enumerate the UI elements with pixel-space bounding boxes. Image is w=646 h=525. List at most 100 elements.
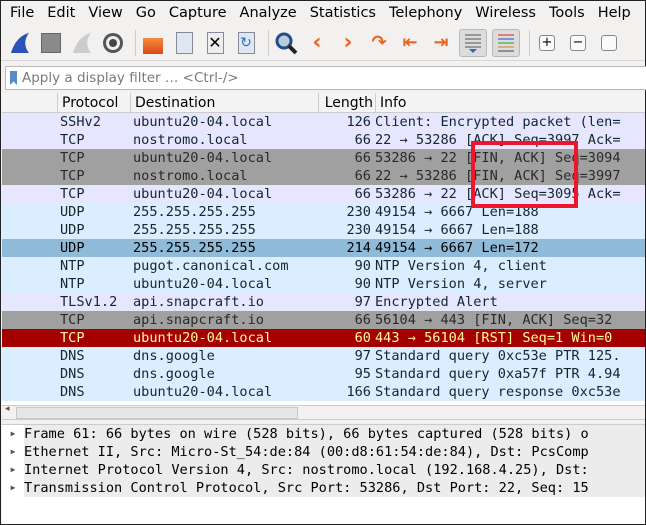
column-header-no[interactable]: [2, 93, 58, 112]
menu-analyze[interactable]: Analyze: [240, 5, 297, 21]
go-first-icon[interactable]: ⇤: [397, 29, 423, 57]
column-header-length[interactable]: Length: [319, 93, 376, 112]
cell-length: 66: [354, 132, 371, 148]
close-file-icon[interactable]: ✕: [202, 29, 228, 57]
cell-length: 66: [354, 186, 371, 202]
cell-destination: ubuntu20-04.local: [133, 150, 273, 166]
cell-no: [2, 257, 58, 275]
cell-info: 49154 → 6667 Len=172: [375, 240, 539, 256]
cell-protocol: TCP: [60, 132, 85, 148]
detail-text: Internet Protocol Version 4, Src: nostro…: [24, 462, 589, 478]
cell-no: [2, 113, 58, 131]
cell-destination: 255.255.255.255: [133, 204, 256, 220]
menu-telephony[interactable]: Telephony: [389, 5, 462, 21]
go-last-icon[interactable]: ⇥: [428, 29, 454, 57]
horizontal-scrollbar[interactable]: ◂: [2, 404, 645, 420]
cell-no: [2, 239, 58, 257]
cell-no: [2, 293, 58, 311]
packet-row[interactable]: TCP api.snapcraft.io 66 56104 → 443 [FIN, A…: [2, 311, 645, 329]
cell-protocol: TCP: [60, 150, 85, 166]
cell-info: Encrypted Alert: [375, 294, 498, 310]
packet-row[interactable]: SSHv2 ubuntu20-04.local 126 Client: Encrypt…: [2, 113, 645, 131]
scrollbar-thumb[interactable]: [16, 407, 298, 419]
bookmark-icon[interactable]: [10, 71, 17, 85]
menu-bar: File Edit View Go Capture Analyze Statis…: [1, 1, 645, 25]
packet-row[interactable]: TLSv1.2 api.snapcraft.io 97 Encrypted Alert: [2, 293, 645, 311]
reload-file-icon[interactable]: ↻: [233, 29, 259, 57]
packet-row[interactable]: DNS ubuntu20-04.local 166 Standard query re…: [2, 383, 645, 401]
colorize-icon[interactable]: [492, 28, 520, 57]
column-header-info[interactable]: Info: [376, 93, 645, 112]
menu-file[interactable]: File: [10, 5, 34, 21]
cell-destination: ubuntu20-04.local: [133, 186, 273, 202]
menu-help[interactable]: Help: [598, 5, 631, 21]
cell-protocol: DNS: [60, 384, 85, 400]
restart-icon[interactable]: [69, 29, 95, 57]
auto-scroll-icon[interactable]: [459, 28, 487, 57]
cell-length: 90: [354, 258, 371, 274]
menu-wireless[interactable]: Wireless: [475, 5, 536, 21]
cell-no: [2, 149, 58, 167]
menu-view[interactable]: View: [88, 5, 122, 21]
folder-open-icon[interactable]: [140, 29, 166, 57]
cell-info: Standard query response 0xc53e: [375, 384, 621, 400]
shark-fin-icon[interactable]: [7, 29, 33, 57]
cell-destination: ubuntu20-04.local: [133, 276, 273, 292]
zoom-in-icon[interactable]: +: [534, 29, 560, 57]
go-forward-icon[interactable]: ›: [335, 29, 361, 57]
save-file-icon[interactable]: [171, 29, 197, 57]
search-icon[interactable]: [273, 29, 299, 57]
cell-no: [2, 383, 58, 401]
detail-ip[interactable]: ▶ Internet Protocol Version 4, Src: nostr…: [2, 461, 645, 479]
cell-no: [2, 185, 58, 203]
detail-text: Transmission Control Protocol, Src Port:…: [24, 480, 589, 496]
gear-icon[interactable]: [100, 29, 126, 57]
cell-length: 66: [354, 168, 371, 184]
cell-destination: dns.google: [133, 366, 215, 382]
stop-icon[interactable]: [38, 29, 64, 57]
expand-arrow-icon[interactable]: ▶: [2, 479, 24, 497]
cell-protocol: TCP: [60, 330, 85, 346]
cell-protocol: UDP: [60, 240, 85, 256]
packet-row[interactable]: DNS dns.google 95 Standard query 0xa57f PTR…: [2, 365, 645, 383]
detail-tcp[interactable]: ▶ Transmission Control Protocol, Src Port…: [2, 479, 645, 497]
expand-arrow-icon[interactable]: ▶: [2, 425, 24, 443]
expand-arrow-icon[interactable]: ▶: [2, 443, 24, 461]
display-filter-input[interactable]: Apply a display filter … <Ctrl-/>: [5, 66, 646, 90]
packet-list: Protocol Destination Length Info SSHv2 ub…: [2, 93, 645, 405]
expand-arrow-icon[interactable]: ▶: [2, 461, 24, 479]
menu-edit[interactable]: Edit: [47, 5, 75, 21]
detail-ethernet[interactable]: ▶ Ethernet II, Src: Micro-St_54:de:84 (00…: [2, 443, 645, 461]
cell-protocol: TCP: [60, 186, 85, 202]
go-to-packet-icon[interactable]: ↷: [366, 29, 392, 57]
packet-row[interactable]: TCP ubuntu20-04.local 60 443 → 56104 [RST] …: [2, 329, 645, 347]
cell-destination: pugot.canonical.com: [133, 258, 289, 274]
detail-frame[interactable]: ▶ Frame 61: 66 bytes on wire (528 bits), …: [2, 425, 645, 443]
cell-protocol: TLSv1.2: [60, 294, 118, 310]
menu-statistics[interactable]: Statistics: [310, 5, 376, 21]
toolbar-divider: [135, 29, 136, 56]
packet-row[interactable]: DNS dns.google 97 Standard query 0xc53e PTR…: [2, 347, 645, 365]
menu-go[interactable]: Go: [136, 5, 156, 21]
cell-length: 66: [354, 150, 371, 166]
column-header-destination[interactable]: Destination: [131, 93, 319, 112]
zoom-out-icon[interactable]: −: [565, 29, 591, 57]
packet-row[interactable]: UDP 255.255.255.255 214 49154 → 6667 Len=17…: [2, 239, 645, 257]
filter-placeholder: Apply a display filter … <Ctrl-/>: [22, 70, 239, 86]
cell-protocol: NTP: [60, 276, 85, 292]
cell-no: [2, 311, 58, 329]
cell-destination: 255.255.255.255: [133, 240, 256, 256]
menu-tools[interactable]: Tools: [549, 5, 585, 21]
cell-destination: 255.255.255.255: [133, 222, 256, 238]
packet-row[interactable]: NTP pugot.canonical.com 90 NTP Version 4, c…: [2, 257, 645, 275]
cell-length: 90: [354, 276, 371, 292]
cell-protocol: UDP: [60, 204, 85, 220]
cell-protocol: NTP: [60, 258, 85, 274]
go-back-icon[interactable]: ‹: [304, 29, 330, 57]
packet-row[interactable]: NTP ubuntu20-04.local 90 NTP Version 4, ser…: [2, 275, 645, 293]
packet-row[interactable]: UDP 255.255.255.255 230 49154 → 6667 Len=18…: [2, 221, 645, 239]
scroll-left-icon[interactable]: ◂: [5, 404, 10, 414]
zoom-reset-icon[interactable]: [596, 29, 622, 57]
menu-capture[interactable]: Capture: [169, 5, 227, 21]
column-header-protocol[interactable]: Protocol: [58, 93, 131, 112]
